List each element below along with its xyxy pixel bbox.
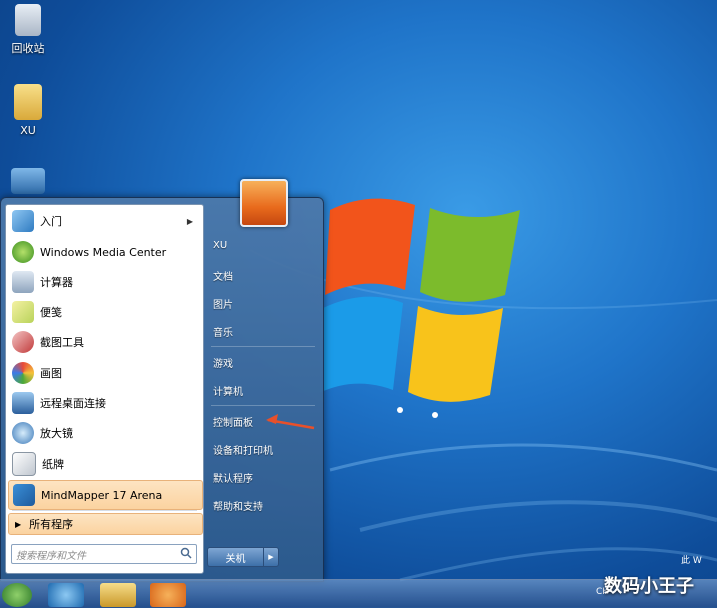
desktop-icon-user-folder[interactable]: XU (0, 84, 56, 137)
search-icon (180, 547, 192, 559)
windows-logo (320, 198, 520, 418)
shutdown-options-arrow-icon[interactable]: ▶ (264, 548, 278, 566)
program-label: 放大镜 (40, 427, 73, 440)
place-user[interactable]: XU (213, 240, 227, 251)
places-separator (211, 405, 315, 406)
program-snipping-tool[interactable]: 截图工具 (8, 328, 201, 356)
media-center-icon (12, 241, 34, 263)
desktop-icon-computer[interactable] (0, 168, 56, 198)
all-programs-label: 所有程序 (29, 518, 74, 531)
corner-text: 此 W (681, 556, 702, 566)
start-orb-button[interactable] (2, 583, 32, 607)
start-menu: 入门 ▶ Windows Media Center 计算器 便笺 截图工具 画图… (0, 197, 324, 582)
program-mindmapper[interactable]: MindMapper 17 Arena (8, 480, 203, 510)
getting-started-icon (12, 210, 34, 232)
program-paint[interactable]: 画图 (8, 359, 201, 387)
place-control-panel[interactable]: 控制面板 (213, 414, 253, 429)
place-music[interactable]: 音乐 (213, 324, 233, 339)
program-label: 计算器 (40, 276, 73, 289)
solitaire-icon (12, 452, 36, 476)
place-pictures[interactable]: 图片 (213, 296, 233, 311)
search-input[interactable]: 搜索程序和文件 (11, 544, 197, 564)
mindmapper-icon (13, 484, 35, 506)
taskbar-media-player-button[interactable] (150, 583, 186, 607)
program-sticky-notes[interactable]: 便笺 (8, 298, 201, 326)
triangle-right-icon: ▶ (15, 519, 22, 529)
submenu-arrow-icon: ▶ (186, 216, 193, 226)
program-label: 便笺 (40, 306, 62, 319)
snipping-tool-icon (12, 331, 34, 353)
search-placeholder: 搜索程序和文件 (16, 550, 86, 562)
desktop-icon-label: XU (20, 124, 36, 137)
desktop-icon-label: 回收站 (11, 42, 45, 55)
program-magnifier[interactable]: 放大镜 (8, 419, 201, 447)
place-games[interactable]: 游戏 (213, 355, 233, 370)
place-default-programs[interactable]: 默认程序 (213, 470, 253, 485)
annotation-arrow-icon (266, 414, 315, 430)
program-calculator[interactable]: 计算器 (8, 268, 201, 296)
shutdown-button-group: 关机 ▶ (207, 547, 279, 567)
user-folder-icon (14, 84, 42, 120)
program-media-center[interactable]: Windows Media Center (8, 238, 201, 266)
desktop-icon-recycle-bin[interactable]: 回收站 (0, 4, 56, 56)
sticky-notes-icon (12, 301, 34, 323)
places-separator (211, 346, 315, 347)
calculator-icon (12, 271, 34, 293)
programs-pane: 入门 ▶ Windows Media Center 计算器 便笺 截图工具 画图… (5, 204, 204, 574)
places-pane: XU 文档 图片 音乐 游戏 计算机 控制面板 设备和打印机 默认程序 帮助和支… (205, 198, 321, 581)
user-picture-avatar[interactable] (240, 179, 288, 227)
computer-icon (11, 168, 45, 194)
program-label: MindMapper 17 Arena (41, 488, 163, 502)
place-help-support[interactable]: 帮助和支持 (213, 498, 263, 513)
magnifier-icon (12, 422, 34, 444)
program-label: Windows Media Center (40, 245, 167, 259)
program-getting-started[interactable]: 入门 ▶ (8, 207, 201, 235)
program-remote-desktop[interactable]: 远程桌面连接 (8, 389, 201, 417)
program-label: 远程桌面连接 (40, 397, 106, 410)
program-solitaire[interactable]: 纸牌 (8, 450, 201, 478)
program-label: 纸牌 (42, 458, 64, 471)
shutdown-button[interactable]: 关机 (208, 548, 264, 566)
all-programs-button[interactable]: ▶ 所有程序 (8, 513, 203, 535)
place-documents[interactable]: 文档 (213, 268, 233, 283)
remote-desktop-icon (12, 392, 34, 414)
paint-icon (12, 362, 34, 384)
place-devices-printers[interactable]: 设备和打印机 (213, 442, 273, 457)
recycle-bin-icon (15, 4, 41, 36)
programs-separator (12, 510, 197, 511)
program-label: 截图工具 (40, 336, 84, 349)
watermark-text: 数码小王子 (604, 576, 694, 597)
program-label: 画图 (40, 367, 62, 380)
place-computer[interactable]: 计算机 (213, 383, 243, 398)
program-label: 入门 (40, 215, 62, 228)
taskbar-explorer-button[interactable] (100, 583, 136, 607)
taskbar-ie-button[interactable] (48, 583, 84, 607)
